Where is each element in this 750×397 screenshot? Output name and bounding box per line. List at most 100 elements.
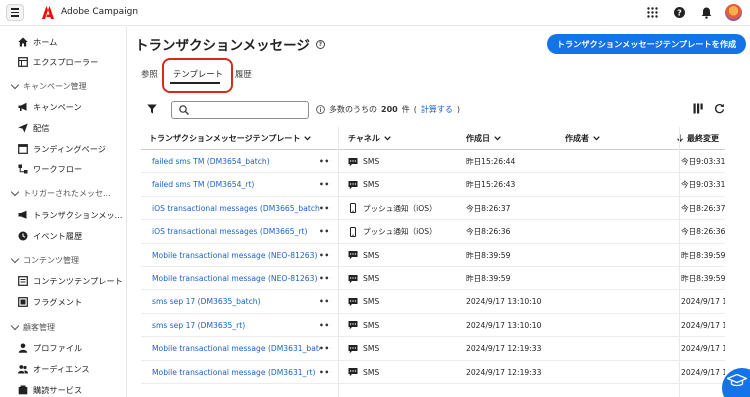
table-row[interactable]: iOS transactional messages (DM3665_rt) ••… [141, 220, 725, 244]
sidebar-item-campaigns[interactable]: キャンペーン [18, 100, 82, 114]
tab-history[interactable]: 履歴 [235, 68, 252, 80]
channel-cell: SMS [348, 361, 463, 384]
sidebar-item-explorer[interactable]: エクスプローラー [18, 55, 98, 69]
notification-bell-icon[interactable] [698, 4, 715, 21]
hamburger-menu-button[interactable] [6, 4, 24, 21]
more-actions-icon[interactable]: ••• [319, 361, 331, 384]
template-name-link[interactable]: sms sep 17 (DM3635_rt) [152, 314, 320, 337]
template-name-link[interactable]: Mobile transactional message (DM3631_bat… [152, 337, 320, 360]
create-template-button[interactable]: トランザクションメッセージテンプレートを作成 [547, 34, 746, 54]
channel-label: SMS [363, 320, 380, 330]
table-row[interactable]: failed sms TM (DM3654_rt)••• SMS 昨日15:26:4… [141, 173, 725, 197]
column-header-label: トランザクションメッセージテンプレート [149, 133, 301, 143]
sidebar-item-workflows[interactable]: ワークフロー [18, 162, 82, 176]
audience-icon [18, 364, 28, 374]
table-row[interactable]: Mobile transactional message (DM3631_bat… [141, 337, 725, 361]
sidebar-item-home[interactable]: ホーム [18, 35, 57, 49]
sidebar-group-triggered-messages[interactable]: トリガーされたメッセ... [10, 186, 111, 200]
template-name-link[interactable]: iOS transactional messages (DM3665_batch… [152, 197, 320, 220]
svg-text:?: ? [677, 8, 682, 17]
last-modified-date: 2024/9/17 12:... [681, 367, 725, 377]
channel-label: SMS [363, 367, 380, 377]
template-name-link[interactable]: Mobile transactional message (NEO-81263)… [152, 244, 320, 267]
more-actions-icon[interactable]: ••• [319, 267, 331, 290]
compute-link[interactable]: 計算する [421, 104, 453, 115]
column-header-template[interactable]: トランザクションメッセージテンプレート [149, 127, 312, 149]
column-header-last-modified[interactable]: 最終変更 [677, 127, 719, 149]
table-row[interactable]: iOS transactional messages (DM3665_batch… [141, 197, 725, 221]
channel-label: SMS [363, 344, 380, 354]
more-actions-icon[interactable]: ••• [319, 337, 331, 360]
table-row[interactable]: Mobile transactional message (DM3631_rt)… [141, 361, 725, 384]
sidebar-item-subscription-services[interactable]: 購読サービス [18, 383, 82, 397]
template-name-link[interactable]: iOS transactional messages (DM3665_rt) [152, 220, 320, 243]
last-modified-date: 2024/9/17 13:... [681, 320, 725, 330]
sms-icon [348, 368, 358, 377]
help-icon[interactable]: ? [671, 4, 688, 21]
channel-label: SMS [363, 297, 380, 307]
template-name-link[interactable]: Mobile transactional message (DM3631_rt) [152, 361, 320, 384]
column-header-channel[interactable]: チャネル [348, 127, 391, 149]
channel-cell: SMS [348, 150, 463, 173]
template-name-link[interactable]: failed sms TM (DM3654_batch) [152, 150, 320, 173]
sidebar-group-label: 顧客管理 [23, 322, 55, 332]
table-row[interactable]: sms sep 17 (DM3635_rt)••• SMS 2024/9/17 13… [141, 314, 725, 338]
more-actions-icon[interactable]: ••• [319, 244, 331, 267]
created-date: 昨日8:39:59 [466, 250, 511, 260]
refresh-icon[interactable] [714, 103, 725, 116]
sidebar-item-deliveries[interactable]: 配信 [18, 121, 49, 135]
app-switcher-icon[interactable] [644, 4, 661, 21]
info-icon[interactable]: ? [315, 39, 325, 49]
table-row[interactable]: failed sms TM (DM3654_batch)••• SMS 昨日15:2… [141, 150, 725, 174]
column-header-label: 最終変更 [687, 133, 719, 143]
sidebar-item-label: トランザクションメッ... [33, 210, 123, 220]
graduation-cap-icon [727, 374, 747, 387]
user-avatar[interactable] [725, 4, 742, 21]
table-row[interactable]: Mobile transactional message (NEO-81263)… [141, 267, 725, 291]
sidebar-item-label: フラグメント [33, 297, 83, 307]
created-date: 今日8:26:37 [466, 203, 511, 213]
sidebar-item-content-templates[interactable]: コンテンツテンプレート [18, 274, 123, 288]
info-icon [316, 105, 325, 114]
page-title-text: トランザクションメッセージ [135, 38, 310, 54]
template-name-link[interactable]: failed sms TM (DM3654_rt) [152, 173, 320, 196]
sidebar-item-label: ランディングページ [33, 144, 106, 154]
more-actions-icon[interactable]: ••• [319, 220, 331, 243]
sms-icon [348, 297, 358, 307]
channel-label: プッシュ通知（iOS） [363, 227, 437, 237]
app-title: Adobe Campaign [61, 7, 139, 17]
sidebar-item-landing-pages[interactable]: ランディングページ [18, 142, 106, 156]
top-bar: Adobe Campaign ? [0, 0, 750, 26]
tab-highlight-box [162, 58, 233, 93]
sidebar-group-campaign-management[interactable]: キャンペーン管理 [10, 79, 87, 93]
sidebar-item-profiles[interactable]: プロファイル [18, 341, 82, 355]
sms-icon [348, 274, 358, 283]
more-actions-icon[interactable]: ••• [319, 197, 331, 220]
sidebar-group-content-management[interactable]: コンテンツ管理 [10, 253, 79, 267]
sidebar-item-label: ワークフロー [33, 164, 83, 174]
column-header-created-by[interactable]: 作成者 [565, 127, 600, 149]
channel-cell: SMS [348, 314, 463, 337]
sidebar-item-event-history[interactable]: イベント履歴 [18, 229, 82, 243]
channel-cell: SMS [348, 267, 463, 290]
search-input[interactable] [171, 101, 309, 119]
more-actions-icon[interactable]: ••• [319, 290, 331, 313]
sidebar-group-customer-management[interactable]: 顧客管理 [10, 320, 55, 334]
table-row[interactable]: Mobile transactional message (NEO-81263)… [141, 244, 725, 267]
column-settings-icon[interactable] [693, 103, 704, 116]
more-actions-icon[interactable]: ••• [319, 150, 331, 173]
column-header-created[interactable]: 作成日 [466, 127, 501, 149]
tab-browse[interactable]: 参照 [141, 68, 158, 80]
sidebar-item-transactional-messages[interactable]: トランザクションメッ... [18, 208, 122, 222]
table-row[interactable]: sms sep 17 (DM3635_batch)••• SMS 2024/9/17… [141, 290, 725, 314]
filter-icon[interactable] [147, 104, 157, 116]
learn-help-button[interactable] [722, 368, 750, 397]
template-name-link[interactable]: sms sep 17 (DM3635_batch) [152, 290, 320, 313]
sidebar-item-audiences[interactable]: オーディエンス [18, 362, 90, 376]
sidebar-item-fragments[interactable]: フラグメント [18, 295, 82, 309]
more-actions-icon[interactable]: ••• [319, 314, 331, 337]
search-icon [179, 105, 189, 117]
more-actions-icon[interactable]: ••• [319, 173, 331, 196]
sms-icon [348, 344, 358, 353]
template-name-link[interactable]: Mobile transactional message (NEO-81263)… [152, 267, 320, 290]
